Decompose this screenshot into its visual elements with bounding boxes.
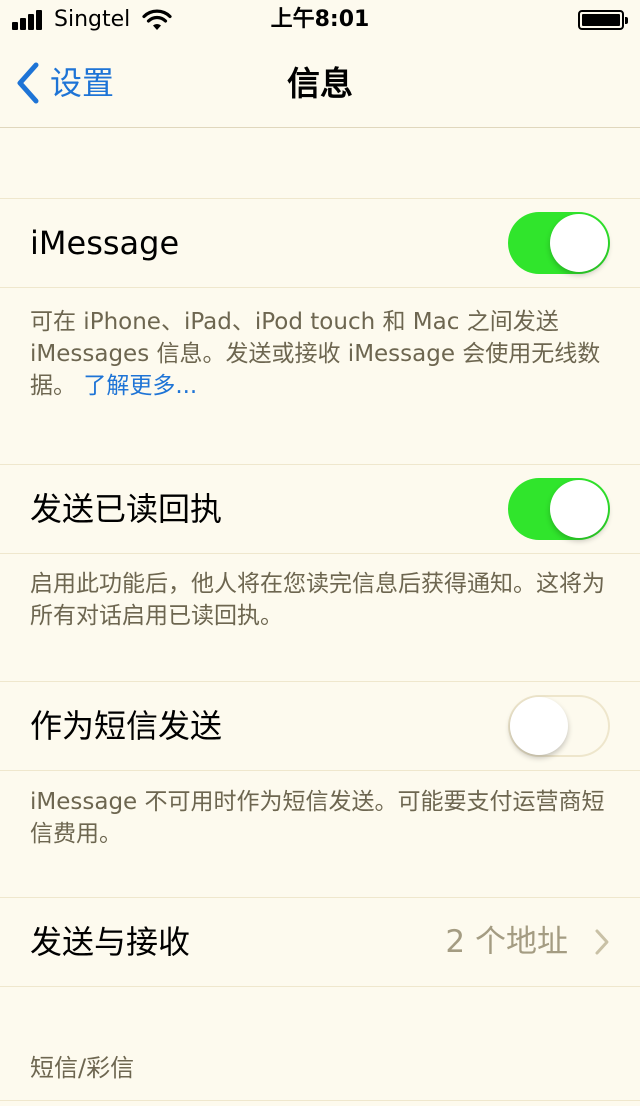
read-receipts-description: 启用此功能后，他人将在您读完信息后获得通知。这将为所有对话启用已读回执。 xyxy=(30,571,605,629)
send-receive-value: 2 个地址 xyxy=(445,924,568,960)
read-receipts-row: 发送已读回执 xyxy=(0,464,640,554)
sms-mms-section-header: 短信/彩信 xyxy=(30,1054,135,1082)
imessage-label: iMessage xyxy=(30,224,180,262)
divider xyxy=(0,1100,640,1101)
status-time: 上午8:01 xyxy=(270,7,370,32)
send-receive-row[interactable]: 发送与接收 2 个地址 xyxy=(0,897,640,987)
battery-icon xyxy=(578,10,628,30)
page-title: 信息 xyxy=(287,64,353,103)
send-as-sms-row: 作为短信发送 xyxy=(0,681,640,771)
read-receipts-label: 发送已读回执 xyxy=(30,490,223,528)
send-as-sms-toggle[interactable] xyxy=(508,695,610,757)
send-receive-label: 发送与接收 xyxy=(30,923,191,961)
send-as-sms-description: iMessage 不可用时作为短信发送。可能要支付运营商短信费用。 xyxy=(30,789,605,847)
learn-more-link[interactable]: 了解更多... xyxy=(83,373,197,399)
navigation-bar: 设置 信息 xyxy=(0,40,640,128)
imessage-row: iMessage xyxy=(0,198,640,288)
send-as-sms-label: 作为短信发送 xyxy=(30,707,223,745)
status-bar: Singtel 上午8:01 xyxy=(0,0,640,40)
messages-settings-screen: Singtel 上午8:01 设置 信息 iMessage 可在 iPhone、… xyxy=(0,0,640,1106)
imessage-description-block: 可在 iPhone、iPad、iPod touch 和 Mac 之间发送 iMe… xyxy=(30,306,610,402)
read-receipts-toggle[interactable] xyxy=(508,478,610,540)
chevron-right-icon xyxy=(595,929,609,955)
imessage-toggle[interactable] xyxy=(508,212,610,274)
